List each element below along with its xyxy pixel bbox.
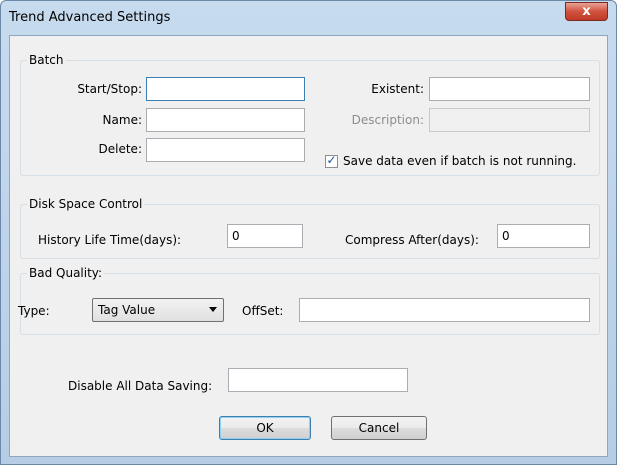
history-life-time-label: History Life Time(days): — [38, 233, 182, 247]
bad-quality-legend: Bad Quality: — [27, 266, 105, 280]
compress-after-field[interactable]: 0 — [497, 224, 590, 248]
existent-label: Existent: — [371, 82, 424, 96]
disable-saving-label: Disable All Data Saving: — [68, 379, 213, 393]
type-selected-value: Tag Value — [98, 303, 156, 317]
description-field — [429, 108, 590, 132]
history-life-time-field[interactable]: 0 — [227, 224, 303, 248]
dialog-client-area: Batch Start/Stop: Name: Delete: Existent… — [9, 35, 608, 457]
title-bar[interactable]: Trend Advanced Settings x — [1, 1, 616, 35]
compress-after-label: Compress After(days): — [345, 233, 479, 247]
disable-saving-field[interactable] — [228, 368, 408, 392]
checkmark-icon: ✓ — [326, 153, 337, 167]
disk-space-legend: Disk Space Control — [27, 197, 145, 211]
start-stop-field[interactable] — [146, 77, 305, 101]
save-data-label[interactable]: Save data even if batch is not running. — [343, 154, 576, 168]
save-data-checkbox[interactable]: ✓ — [325, 153, 338, 168]
chevron-down-icon — [209, 307, 217, 312]
description-label: Description: — [351, 113, 424, 127]
offset-field[interactable] — [299, 298, 590, 322]
close-icon: x — [582, 4, 591, 19]
type-dropdown[interactable]: Tag Value — [92, 298, 224, 322]
delete-field[interactable] — [146, 138, 305, 162]
close-button[interactable]: x — [565, 2, 608, 21]
start-stop-label: Start/Stop: — [77, 82, 142, 96]
type-label: Type: — [18, 304, 50, 318]
dialog-window: Trend Advanced Settings x Batch Start/St… — [0, 0, 617, 465]
cancel-button[interactable]: Cancel — [331, 416, 427, 440]
window-title: Trend Advanced Settings — [9, 10, 171, 25]
ok-button[interactable]: OK — [219, 416, 311, 440]
name-label: Name: — [102, 113, 142, 127]
existent-field[interactable] — [429, 77, 590, 101]
batch-legend: Batch — [27, 53, 66, 67]
delete-label: Delete: — [98, 142, 142, 156]
offset-label: OffSet: — [242, 304, 284, 318]
name-field[interactable] — [146, 108, 305, 132]
